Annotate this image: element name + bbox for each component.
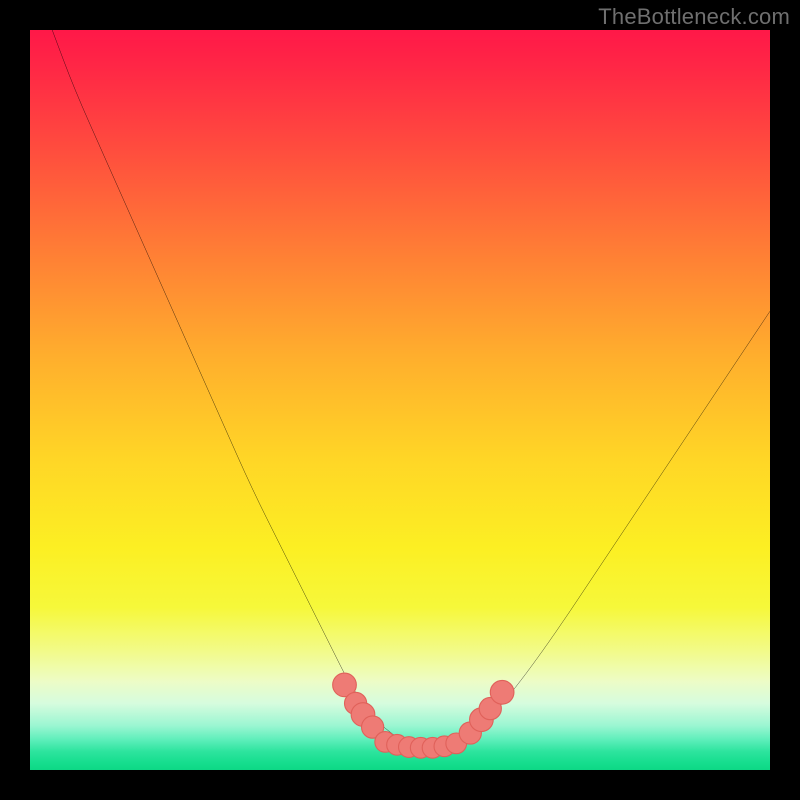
watermark-text: TheBottleneck.com [598, 4, 790, 30]
chart-svg [30, 30, 770, 770]
plot-area [30, 30, 770, 770]
data-marker [490, 680, 514, 704]
bottleneck-curve [52, 30, 770, 748]
marker-layer [333, 673, 514, 758]
outer-frame: TheBottleneck.com [0, 0, 800, 800]
